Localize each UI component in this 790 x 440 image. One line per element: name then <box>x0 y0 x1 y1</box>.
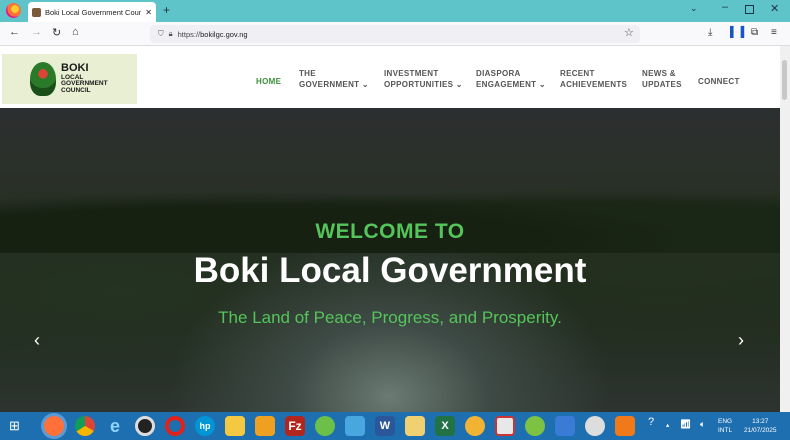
slider-prev-icon[interactable]: ‹ <box>34 330 40 351</box>
nav-news-updates[interactable]: NEWS & UPDATES <box>642 68 682 90</box>
hero-welcome-text: WELCOME TO <box>315 220 465 243</box>
nav-connect[interactable]: CONNECT <box>698 76 740 87</box>
new-tab-button[interactable]: + <box>163 3 170 17</box>
hp-icon[interactable]: hp <box>195 416 215 436</box>
tab-list-chevron-icon[interactable]: ⌄ <box>690 3 698 14</box>
language-indicator[interactable]: ENG INTL <box>718 417 732 435</box>
app-orange-icon[interactable] <box>465 416 485 436</box>
tab-title: Boki Local Government Counc <box>45 7 142 17</box>
maximize-icon[interactable] <box>745 5 754 14</box>
shield-icon[interactable]: ⛉ <box>158 29 164 39</box>
folder-icon[interactable] <box>255 416 275 436</box>
firefox-logo-icon[interactable] <box>6 3 21 18</box>
app-blue-icon[interactable] <box>345 416 365 436</box>
app-blue2-icon[interactable] <box>555 416 575 436</box>
excel-icon[interactable]: X <box>435 416 455 436</box>
help-icon[interactable]: ? <box>648 417 654 428</box>
notes-icon[interactable] <box>405 416 425 436</box>
vlc-icon[interactable] <box>615 416 635 436</box>
home-icon[interactable]: ⌂ <box>72 26 79 38</box>
network-icon[interactable]: 📶︎ <box>680 420 691 429</box>
council-crest-icon <box>30 62 56 96</box>
windows-taskbar: ⊞ e hp Fz W X ? ▴ 📶︎ 🔈︎ ENG INTL 13:27 21/… <box>0 412 790 440</box>
hero-slider: WELCOME TO Boki Local Government The Lan… <box>0 108 780 412</box>
pdf-icon[interactable] <box>495 416 515 436</box>
file-explorer-icon[interactable] <box>225 416 245 436</box>
app-lime-icon[interactable] <box>525 416 545 436</box>
internet-explorer-icon[interactable]: e <box>105 416 125 436</box>
site-favicon-icon <box>32 7 41 17</box>
slider-next-icon[interactable]: › <box>738 330 744 351</box>
url-text: https://bokilgc.gov.ng <box>177 29 248 39</box>
windows-start-icon[interactable]: ⊞ <box>9 418 20 434</box>
hero-subtitle: The Land of Peace, Progress, and Prosper… <box>218 308 562 327</box>
logo-text: BOKI LOCAL GOVERNMENT COUNCIL <box>61 62 108 95</box>
tray-chevron-icon[interactable]: ▴ <box>666 421 669 430</box>
reload-icon[interactable]: ↻ <box>52 26 61 39</box>
bookmark-star-icon[interactable]: ☆ <box>624 26 634 39</box>
nav-home[interactable]: HOME <box>256 76 281 87</box>
app-green-icon[interactable] <box>315 416 335 436</box>
back-arrow-icon[interactable]: ← <box>9 26 20 38</box>
opera-icon[interactable] <box>165 416 185 436</box>
downloads-icon[interactable]: ⤓ <box>708 27 712 38</box>
lock-icon[interactable]: 🔒︎ <box>169 29 173 39</box>
menu-hamburger-icon[interactable]: ≡ <box>771 27 777 38</box>
browser-tab-bar: Boki Local Government Counc ✕ + ⌄ – ✕ <box>0 0 790 22</box>
word-icon[interactable]: W <box>375 416 395 436</box>
nav-diaspora-engagement[interactable]: DIASPORA ENGAGEMENT ⌄ <box>476 68 546 90</box>
browser-tab[interactable]: Boki Local Government Counc ✕ <box>28 2 156 22</box>
chrome-taskbar-icon[interactable] <box>75 416 95 436</box>
volume-icon[interactable]: 🔈︎ <box>700 420 705 429</box>
tab-close-icon[interactable]: ✕ <box>145 8 152 17</box>
clock[interactable]: 13:27 21/07/2025 <box>744 417 777 435</box>
browser-toolbar: ← → ↻ ⌂ ⛉ 🔒︎ https://bokilgc.gov.ng ☆ ⤓ … <box>0 22 790 46</box>
site-logo[interactable]: BOKI LOCAL GOVERNMENT COUNCIL <box>2 54 137 104</box>
hero-title: Boki Local Government <box>193 251 587 290</box>
nav-recent-achievements[interactable]: RECENT ACHIEVEMENTS <box>560 68 627 90</box>
address-bar[interactable]: ⛉ 🔒︎ https://bokilgc.gov.ng <box>150 25 640 43</box>
firefox-taskbar-icon[interactable] <box>44 416 64 436</box>
minimize-icon[interactable]: – <box>722 1 728 13</box>
nav-the-government[interactable]: THE GOVERNMENT ⌄ <box>299 68 369 90</box>
app-grey-icon[interactable] <box>585 416 605 436</box>
extension-icon[interactable]: ▌▐ <box>730 27 744 38</box>
media-player-icon[interactable] <box>135 416 155 436</box>
nav-investment-opportunities[interactable]: INVESTMENT OPPORTUNITIES ⌄ <box>384 68 463 90</box>
filezilla-icon[interactable]: Fz <box>285 416 305 436</box>
window-close-icon[interactable]: ✕ <box>770 2 779 15</box>
extensions-puzzle-icon[interactable]: ⧉ <box>751 27 758 38</box>
site-header: BOKI LOCAL GOVERNMENT COUNCIL HOME THE GO… <box>0 46 780 108</box>
forward-arrow-icon[interactable]: → <box>31 26 42 38</box>
page-scrollbar[interactable] <box>780 46 790 412</box>
